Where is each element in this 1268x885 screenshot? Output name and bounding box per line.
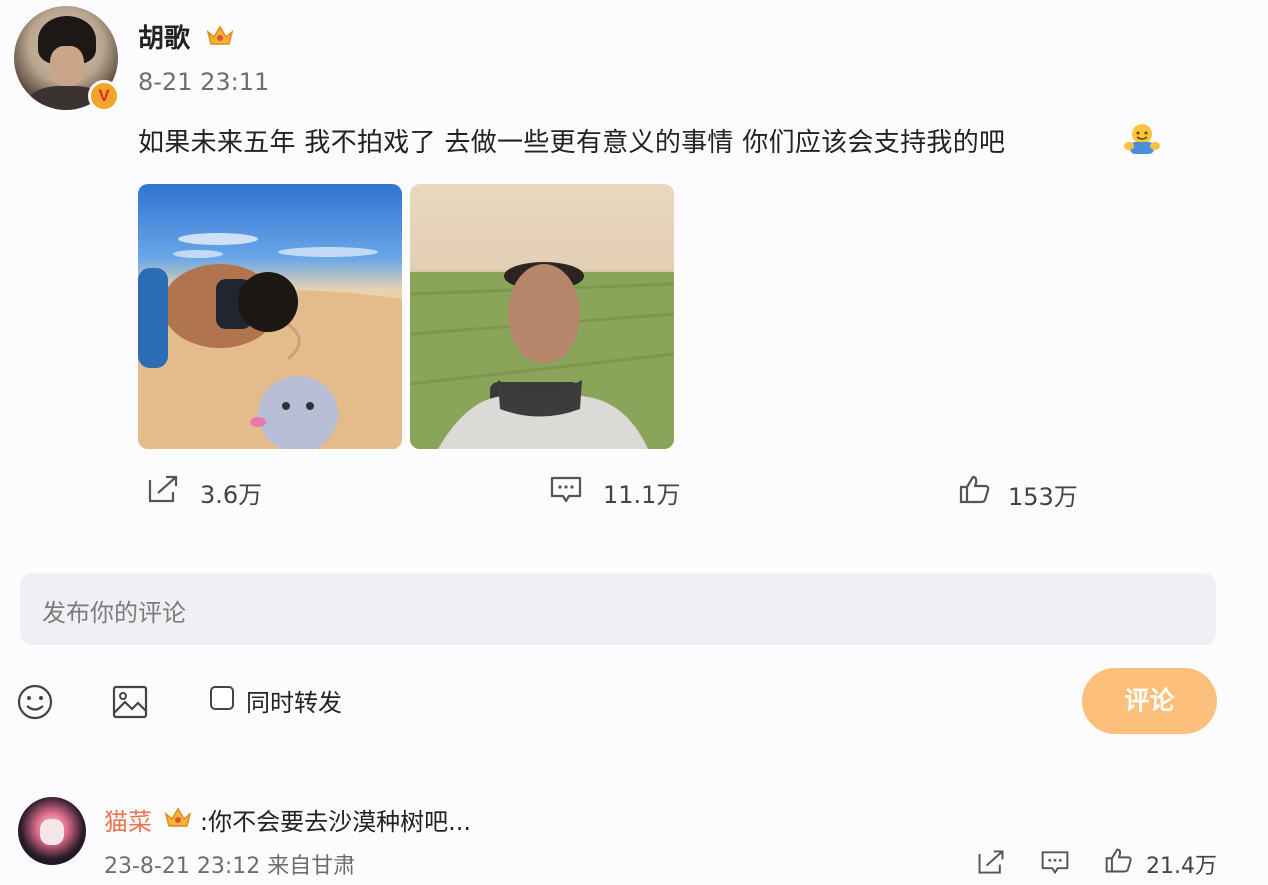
crown-icon bbox=[164, 807, 192, 827]
comment-like-icon[interactable] bbox=[1104, 846, 1134, 874]
emoji-icon[interactable] bbox=[15, 682, 55, 722]
image-icon[interactable] bbox=[110, 682, 150, 722]
comment-like-count[interactable]: 21.4万 bbox=[1146, 848, 1217, 880]
also-repost-checkbox[interactable] bbox=[210, 686, 234, 710]
comment-input-placeholder[interactable]: 发布你的评论 bbox=[42, 593, 186, 628]
like-count[interactable]: 153万 bbox=[1008, 477, 1078, 512]
repost-count[interactable]: 3.6万 bbox=[200, 475, 262, 510]
post-text: 如果未来五年 我不拍戏了 去做一些更有意义的事情 你们应该会支持我的吧 bbox=[138, 128, 1006, 158]
commenter-avatar[interactable] bbox=[18, 797, 86, 865]
comment-count[interactable]: 11.1万 bbox=[603, 475, 680, 510]
crown-icon bbox=[206, 25, 234, 45]
like-icon[interactable] bbox=[958, 474, 992, 504]
comment-repost-icon[interactable] bbox=[976, 848, 1006, 876]
comment-text: :你不会要去沙漠种树吧... bbox=[200, 808, 471, 836]
also-repost-label[interactable]: 同时转发 bbox=[246, 683, 342, 718]
comment-icon[interactable] bbox=[549, 474, 583, 504]
comment-reply-icon[interactable] bbox=[1040, 848, 1070, 876]
post-photo-2[interactable] bbox=[410, 184, 674, 449]
comment-input[interactable] bbox=[20, 573, 1216, 645]
author-name[interactable]: 胡歌 bbox=[138, 18, 190, 55]
commenter-name[interactable]: 猫菜 bbox=[104, 802, 152, 837]
post-photo-1[interactable] bbox=[138, 184, 402, 449]
submit-comment-button[interactable]: 评论 bbox=[1082, 668, 1217, 734]
verified-v-badge-icon: V bbox=[88, 80, 120, 112]
post-timestamp[interactable]: 8-21 23:11 bbox=[138, 68, 269, 96]
hug-emoji-icon bbox=[1124, 124, 1160, 154]
repost-icon[interactable] bbox=[146, 474, 180, 504]
comment-meta: 23-8-21 23:12 来自甘肃 bbox=[104, 854, 356, 879]
